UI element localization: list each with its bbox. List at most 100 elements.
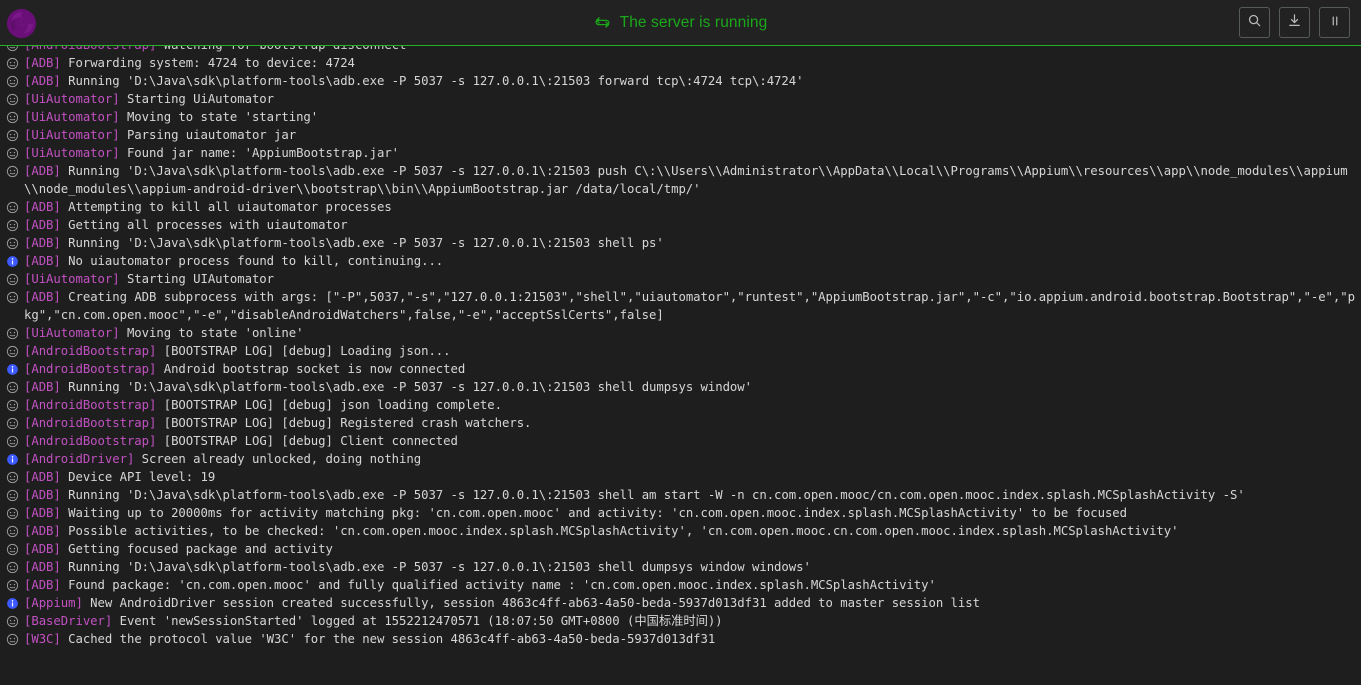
log-line: [ADB] Running 'D:\Java\sdk\platform-tool… xyxy=(0,486,1361,504)
log-tag: [ADB] xyxy=(24,74,61,88)
log-message: Moving to state 'online' xyxy=(119,326,304,340)
log-tag: [ADB] xyxy=(24,218,61,232)
search-button[interactable] xyxy=(1239,7,1270,38)
server-status: The server is running xyxy=(0,0,1361,45)
log-tag: [ADB] xyxy=(24,560,61,574)
server-status-text: The server is running xyxy=(619,13,768,31)
app-header: The server is running xyxy=(0,0,1361,46)
log-message: Possible activities, to be checked: 'cn.… xyxy=(60,524,1179,538)
log-tag: [UiAutomator] xyxy=(24,326,120,340)
log-tag: [UiAutomator] xyxy=(24,110,120,124)
log-line: [ADB] Getting focused package and activi… xyxy=(0,540,1361,558)
log-line: [AndroidBootstrap] [BOOTSTRAP LOG] [debu… xyxy=(0,342,1361,360)
log-line: [ADB] Device API level: 19 xyxy=(0,468,1361,486)
log-line: [ADB] Running 'D:\Java\sdk\platform-tool… xyxy=(0,378,1361,396)
log-line: [UiAutomator] Found jar name: 'AppiumBoo… xyxy=(0,144,1361,162)
log-output[interactable]: [AndroidBootstrap] Watching for bootstra… xyxy=(0,46,1361,685)
log-message: Running 'D:\Java\sdk\platform-tools\adb.… xyxy=(60,74,804,88)
log-tag: [W3C] xyxy=(24,632,61,646)
log-message: Found jar name: 'AppiumBootstrap.jar' xyxy=(119,146,400,160)
log-message: Event 'newSessionStarted' logged at 1552… xyxy=(112,614,723,628)
search-icon xyxy=(1247,13,1262,32)
log-message: Watching for bootstrap disconnect xyxy=(156,46,407,52)
log-message: Moving to state 'starting' xyxy=(119,110,319,124)
log-tag: [ADB] xyxy=(24,470,61,484)
log-line: [ADB] Running 'D:\Java\sdk\platform-tool… xyxy=(0,234,1361,252)
log-message: Forwarding system: 4724 to device: 4724 xyxy=(60,56,355,70)
log-line: [AndroidBootstrap] Watching for bootstra… xyxy=(0,46,1361,54)
download-icon xyxy=(1287,13,1302,32)
log-message: Running 'D:\Java\sdk\platform-tools\adb.… xyxy=(60,488,1245,502)
log-message: Creating ADB subprocess with args: ["-P"… xyxy=(24,290,1355,322)
log-tag: [ADB] xyxy=(24,56,61,70)
log-line: [Appium] New AndroidDriver session creat… xyxy=(0,594,1361,612)
log-tag: [ADB] xyxy=(24,488,61,502)
log-tag: [ADB] xyxy=(24,380,61,394)
log-line: [AndroidBootstrap] Android bootstrap soc… xyxy=(0,360,1361,378)
log-tag: [AndroidBootstrap] xyxy=(24,362,157,376)
log-message: Android bootstrap socket is now connecte… xyxy=(156,362,466,376)
log-tag: [UiAutomator] xyxy=(24,128,120,142)
log-line: [AndroidDriver] Screen already unlocked,… xyxy=(0,450,1361,468)
log-tag: [UiAutomator] xyxy=(24,92,120,106)
log-tag: [ADB] xyxy=(24,164,61,178)
log-line: [ADB] Running 'D:\Java\sdk\platform-tool… xyxy=(0,72,1361,90)
log-tag: [ADB] xyxy=(24,200,61,214)
log-message: Attempting to kill all uiautomator proce… xyxy=(60,200,392,214)
log-tag: [AndroidBootstrap] xyxy=(24,416,157,430)
log-tag: [BaseDriver] xyxy=(24,614,113,628)
log-line: [ADB] No uiautomator process found to ki… xyxy=(0,252,1361,270)
log-tag: [ADB] xyxy=(24,578,61,592)
log-message: [BOOTSTRAP LOG] [debug] Loading json... xyxy=(156,344,451,358)
log-tag: [ADB] xyxy=(24,524,61,538)
log-line: [ADB] Running 'D:\Java\sdk\platform-tool… xyxy=(0,162,1361,198)
download-button[interactable] xyxy=(1279,7,1310,38)
log-message: Getting all processes with uiautomator xyxy=(60,218,348,232)
log-line: [ADB] Waiting up to 20000ms for activity… xyxy=(0,504,1361,522)
log-tag: [ADB] xyxy=(24,290,61,304)
log-message: [BOOTSTRAP LOG] [debug] Client connected xyxy=(156,434,458,448)
appium-logo xyxy=(7,9,36,38)
log-tag: [AndroidBootstrap] xyxy=(24,46,156,52)
log-message: Running 'D:\Java\sdk\platform-tools\adb.… xyxy=(60,560,811,574)
log-line: [ADB] Creating ADB subprocess with args:… xyxy=(0,288,1361,324)
log-message: No uiautomator process found to kill, co… xyxy=(60,254,444,268)
log-line-list: [AndroidBootstrap] Watching for bootstra… xyxy=(0,46,1361,648)
log-message: Starting UiAutomator xyxy=(119,92,275,106)
log-message: New AndroidDriver session created succes… xyxy=(82,596,980,610)
log-tag: [ADB] xyxy=(24,542,61,556)
log-tag: [ADB] xyxy=(24,506,61,520)
log-line: [ADB] Found package: 'cn.com.open.mooc' … xyxy=(0,576,1361,594)
log-message: Screen already unlocked, doing nothing xyxy=(134,452,422,466)
log-message: Running 'D:\Java\sdk\platform-tools\adb.… xyxy=(24,164,1348,196)
log-message: Getting focused package and activity xyxy=(60,542,333,556)
log-message: Cached the protocol value 'W3C' for the … xyxy=(60,632,716,646)
log-message: Device API level: 19 xyxy=(60,470,216,484)
log-line: [UiAutomator] Starting UIAutomator xyxy=(0,270,1361,288)
log-message: Running 'D:\Java\sdk\platform-tools\adb.… xyxy=(60,380,752,394)
log-tag: [AndroidBootstrap] xyxy=(24,398,157,412)
log-line: [ADB] Forwarding system: 4724 to device:… xyxy=(0,54,1361,72)
log-message: Waiting up to 20000ms for activity match… xyxy=(60,506,1128,520)
log-message: [BOOTSTRAP LOG] [debug] json loading com… xyxy=(156,398,502,412)
log-tag: [AndroidBootstrap] xyxy=(24,434,157,448)
log-line: [AndroidBootstrap] [BOOTSTRAP LOG] [debu… xyxy=(0,396,1361,414)
log-line: [BaseDriver] Event 'newSessionStarted' l… xyxy=(0,612,1361,630)
log-tag: [Appium] xyxy=(24,596,83,610)
log-message: [BOOTSTRAP LOG] [debug] Registered crash… xyxy=(156,416,532,430)
log-line: [ADB] Possible activities, to be checked… xyxy=(0,522,1361,540)
pause-icon xyxy=(1328,13,1342,32)
log-message: Running 'D:\Java\sdk\platform-tools\adb.… xyxy=(60,236,664,250)
pause-button[interactable] xyxy=(1319,7,1350,38)
log-tag: [AndroidBootstrap] xyxy=(24,344,157,358)
header-actions xyxy=(1239,7,1350,38)
log-tag: [UiAutomator] xyxy=(24,146,120,160)
log-tag: [ADB] xyxy=(24,236,61,250)
log-line: [UiAutomator] Parsing uiautomator jar xyxy=(0,126,1361,144)
log-tag: [AndroidDriver] xyxy=(24,452,135,466)
sync-icon xyxy=(594,14,611,31)
log-line: [AndroidBootstrap] [BOOTSTRAP LOG] [debu… xyxy=(0,432,1361,450)
log-tag: [ADB] xyxy=(24,254,61,268)
log-message: Starting UIAutomator xyxy=(119,272,275,286)
log-tag: [UiAutomator] xyxy=(24,272,120,286)
